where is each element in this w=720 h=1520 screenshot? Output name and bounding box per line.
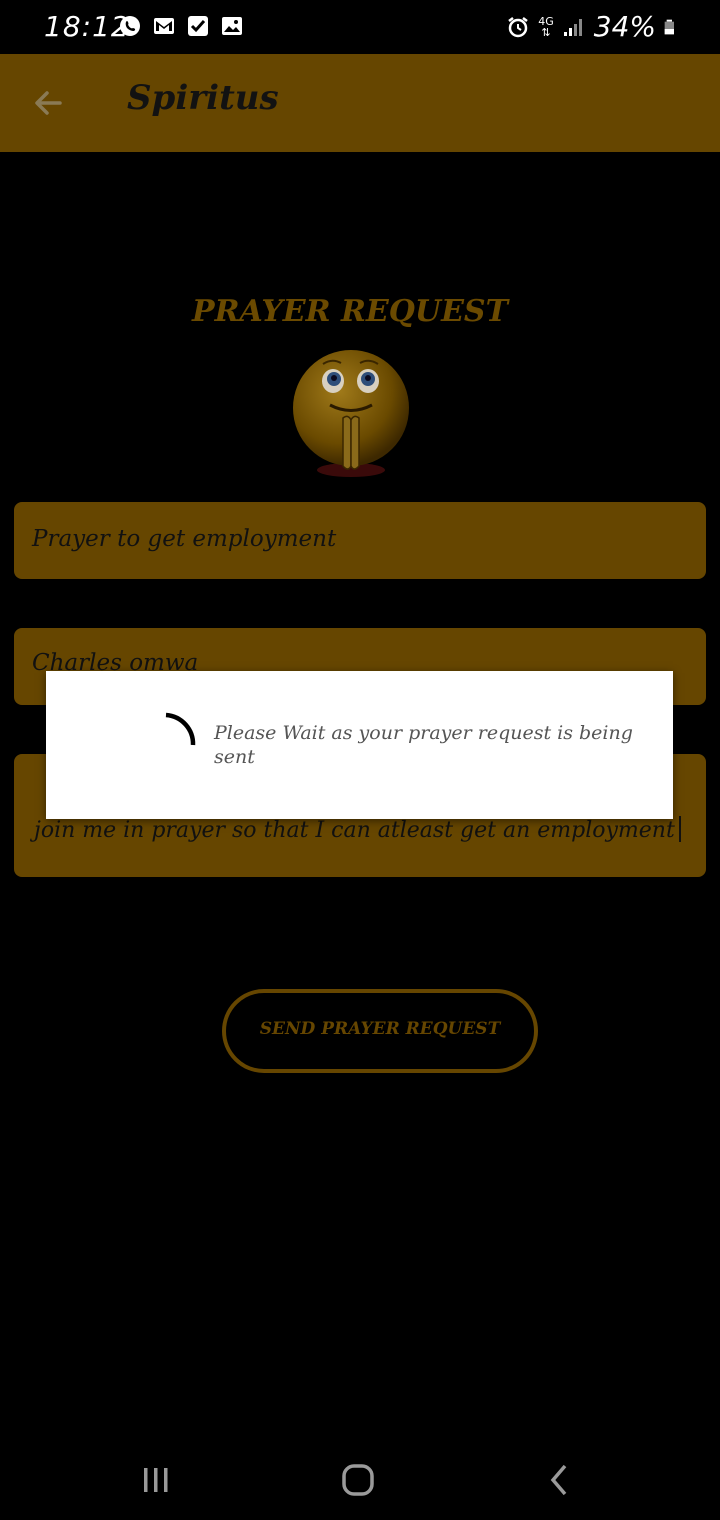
whatsapp-icon: [120, 16, 140, 36]
text-cursor: [678, 816, 681, 842]
status-time: 18:12: [44, 10, 130, 43]
progress-dialog: Please Wait as your prayer request is be…: [46, 671, 673, 819]
back-icon[interactable]: [540, 1460, 580, 1500]
message-text: join me in prayer so that I can atleast …: [34, 818, 675, 843]
status-bar: 18:12 4G ⇅ 34%: [0, 0, 720, 54]
signal-icon: [563, 18, 582, 36]
network-type: 4G ⇅: [538, 14, 554, 39]
screen: 18:12 4G ⇅ 34% Spiritus PRAYER REQUEST P…: [0, 0, 720, 1520]
prayer-title-value: Prayer to get employment: [32, 526, 337, 552]
page-headline: PRAYER REQUEST: [192, 294, 508, 329]
recent-apps-icon[interactable]: [136, 1460, 176, 1500]
battery-icon: [664, 19, 674, 34]
app-bar: Spiritus: [0, 54, 720, 152]
loading-spinner-icon: [165, 712, 196, 746]
notification-icons: [118, 14, 244, 38]
system-nav-bar: [0, 1440, 720, 1520]
send-button-label: SEND PRAYER REQUEST: [259, 1019, 501, 1039]
network-label: 4G: [538, 14, 554, 28]
app-title: Spiritus: [127, 78, 279, 118]
praying-emoji-icon: [293, 350, 409, 477]
alarm-icon: [508, 16, 528, 37]
home-icon[interactable]: [338, 1460, 378, 1500]
checkbox-icon: [188, 16, 208, 36]
gmail-icon: [154, 18, 174, 34]
battery-percent: 34%: [593, 10, 656, 43]
back-arrow-icon[interactable]: [30, 85, 66, 121]
prayer-message-value: join me in prayer so that I can atleast …: [34, 816, 681, 843]
dialog-message: Please Wait as your prayer request is be…: [214, 722, 633, 768]
send-prayer-request-button[interactable]: SEND PRAYER REQUEST: [222, 989, 538, 1073]
status-right: 4G ⇅ 34%: [506, 10, 680, 43]
gallery-icon: [222, 17, 242, 35]
prayer-title-field[interactable]: Prayer to get employment: [14, 502, 706, 579]
